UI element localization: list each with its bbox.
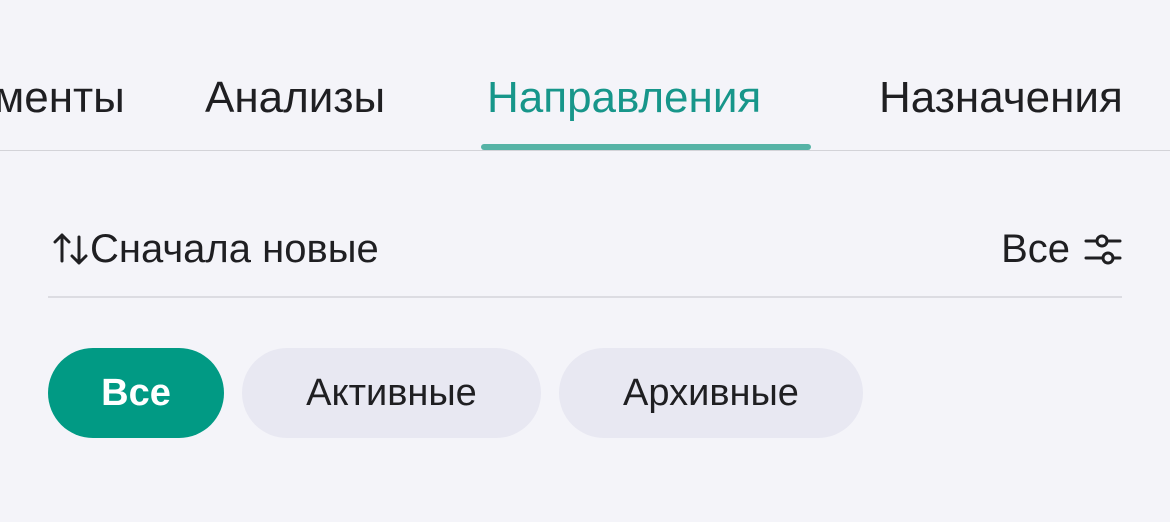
filter-sliders-icon [1084,229,1122,269]
filter-label: Все [1001,227,1070,271]
tab-bar: менты Анализы Направления Назначения [0,0,1170,151]
active-tab-indicator [481,144,811,150]
chip-active[interactable]: Активные [242,348,541,438]
sort-button[interactable]: Сначала новые [52,226,379,272]
chip-archived[interactable]: Архивные [559,348,863,438]
tab-documents[interactable]: менты [0,72,125,124]
tab-referrals[interactable]: Направления [487,72,761,124]
tab-analyses[interactable]: Анализы [205,72,385,124]
status-chips: Все Активные Архивные [48,348,863,438]
sort-label: Сначала новые [90,227,379,271]
chip-all[interactable]: Все [48,348,224,438]
sort-arrows-icon [52,229,90,269]
tab-prescriptions[interactable]: Назначения [879,72,1123,124]
filter-button[interactable]: Все [1001,226,1122,272]
app-screen: менты Анализы Направления Назначения Сна… [0,0,1170,522]
sort-filter-row: Сначала новые Все [48,222,1122,298]
